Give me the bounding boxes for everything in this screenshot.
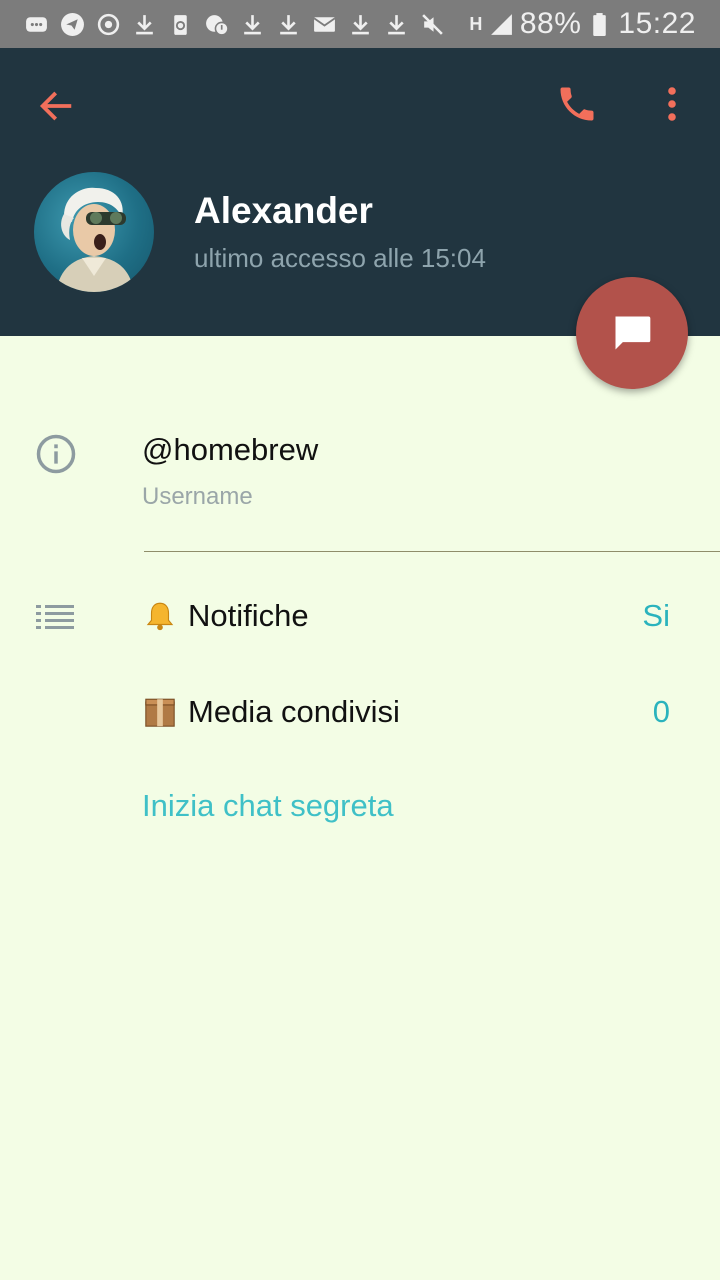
sync-icon (96, 12, 121, 37)
shared-media-label: Media condivisi (188, 694, 400, 729)
download-icon (132, 12, 157, 37)
package-icon (142, 694, 178, 730)
more-vert-icon (668, 87, 676, 121)
status-bar: H 88% 15:22 (0, 0, 720, 48)
messages-icon (24, 12, 49, 37)
bell-icon (142, 598, 178, 634)
battery-icon (587, 12, 612, 37)
notifications-value: Si (642, 598, 670, 633)
start-secret-chat-button[interactable]: Inizia chat segreta (142, 788, 394, 824)
contact-name: Alexander (194, 190, 373, 231)
chat-alert-icon (204, 12, 229, 37)
back-button[interactable] (30, 80, 82, 132)
shared-media-count: 0 (652, 694, 670, 729)
send-message-fab[interactable] (576, 277, 688, 389)
list-icon (36, 602, 76, 632)
shared-media-row[interactable]: Media condivisi 0 (142, 682, 682, 742)
mute-icon (420, 12, 445, 37)
notifications-label: Notifiche (188, 598, 309, 633)
phone-icon (560, 87, 594, 121)
battery-percent: 88% (519, 7, 582, 40)
signal-icon (489, 12, 514, 37)
notifications-row[interactable]: Notifiche Si (142, 586, 682, 646)
arrow-back-icon (39, 91, 72, 121)
mail-icon (312, 12, 337, 37)
download-icon (276, 12, 301, 37)
username-label: Username (142, 483, 253, 510)
download-icon (348, 12, 373, 37)
username-value[interactable]: @homebrew (142, 432, 318, 468)
notification-icons (24, 12, 445, 37)
download-icon (240, 12, 265, 37)
more-options-button[interactable] (650, 78, 694, 130)
network-type: H (469, 13, 483, 34)
call-button[interactable] (552, 78, 602, 130)
avatar[interactable] (34, 172, 154, 292)
info-icon (34, 432, 78, 476)
section-divider (144, 551, 720, 552)
chat-bubble-icon (615, 316, 651, 350)
profile-photo (56, 187, 134, 292)
recycle-icon (168, 12, 193, 37)
telegram-icon (60, 12, 85, 37)
clock: 15:22 (618, 7, 696, 40)
last-seen-status: ultimo accesso alle 15:04 (194, 243, 486, 273)
status-right: H 88% 15:22 (469, 7, 696, 41)
download-icon (384, 12, 409, 37)
